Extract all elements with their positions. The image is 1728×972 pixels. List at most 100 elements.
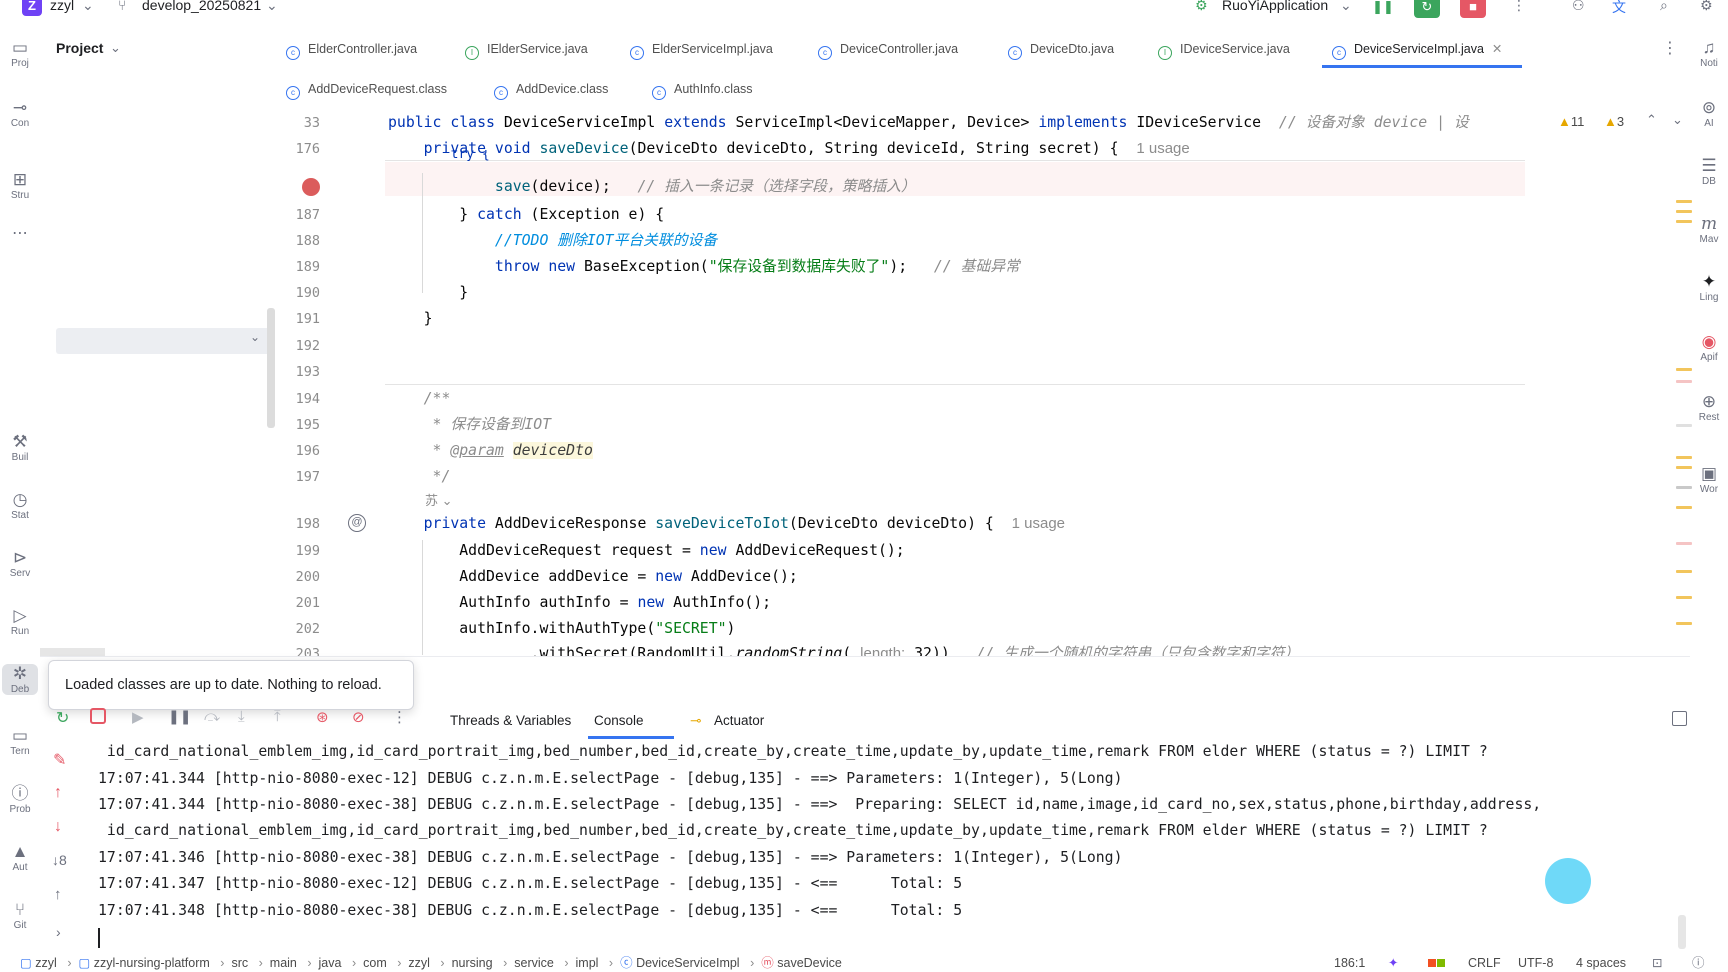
- scroll-marker[interactable]: [1676, 210, 1692, 213]
- scroll-marker[interactable]: [1676, 424, 1692, 427]
- stop-icon[interactable]: ■: [1460, 0, 1486, 18]
- step-into-icon[interactable]: ⤓: [238, 708, 245, 725]
- tool-lingma[interactable]: ✦ Ling: [1690, 272, 1728, 303]
- tool-git[interactable]: ⑂ Git: [2, 900, 38, 931]
- code-line[interactable]: private AddDeviceResponse saveDeviceToIo…: [388, 512, 1065, 536]
- line-separator[interactable]: CRLF: [1468, 956, 1501, 970]
- tool-terminal[interactable]: ▭ Tern: [2, 726, 38, 757]
- pause-icon[interactable]: ❚❚: [1370, 0, 1396, 18]
- project-tree-selection[interactable]: [56, 328, 270, 354]
- tool-build[interactable]: ⚒ Buil: [2, 432, 38, 463]
- tab-threads-variables[interactable]: Threads & Variables: [450, 708, 571, 736]
- weak-warning-count[interactable]: ▲3: [1604, 114, 1624, 129]
- tab-console[interactable]: Console: [594, 708, 644, 736]
- sticky-class-line[interactable]: public class DeviceServiceImpl extends S…: [388, 111, 1469, 135]
- more-icon[interactable]: ⋮: [1512, 0, 1526, 14]
- usage-hint[interactable]: 1 usage: [1012, 515, 1065, 532]
- tool-project[interactable]: ▭ Proj: [2, 38, 38, 69]
- search-icon[interactable]: ⌕: [1660, 0, 1668, 14]
- code-line[interactable]: AddDeviceRequest request = new AddDevice…: [388, 539, 904, 563]
- breadcrumb-item[interactable]: src: [231, 956, 248, 970]
- scroll-marker[interactable]: [1676, 368, 1692, 371]
- tool-services[interactable]: ⊳ Serv: [2, 548, 38, 579]
- tool-run[interactable]: ▷ Run: [2, 606, 38, 637]
- scroll-marker[interactable]: [1676, 570, 1692, 573]
- sort-icon[interactable]: ↓8: [52, 852, 67, 868]
- console-scrollbar[interactable]: [1678, 915, 1686, 949]
- console-cursor[interactable]: [98, 928, 100, 948]
- breadcrumb-item[interactable]: impl: [576, 956, 599, 970]
- sticky-method-line[interactable]: private void saveDevice(DeviceDto device…: [388, 137, 1190, 161]
- scroll-marker[interactable]: [1676, 486, 1692, 489]
- tool-maven[interactable]: m Mav: [1690, 214, 1728, 245]
- code-line[interactable]: } catch (Exception e) {: [388, 203, 664, 227]
- view-breakpoints-icon[interactable]: ⊛: [316, 708, 329, 726]
- branch-name[interactable]: develop_20250821: [142, 0, 261, 13]
- chevron-down-icon[interactable]: ⌄: [266, 0, 278, 14]
- tab-device-dto[interactable]: c DeviceDto.java: [1008, 38, 1114, 60]
- code-line[interactable]: * @param deviceDto: [388, 439, 593, 463]
- breadcrumb-item[interactable]: zzyl: [35, 956, 57, 970]
- author-mark[interactable]: 苏 ⌄: [425, 490, 453, 509]
- scroll-marker[interactable]: [1676, 220, 1692, 223]
- override-icon[interactable]: @: [348, 514, 366, 532]
- breadcrumb-item[interactable]: com: [363, 956, 387, 970]
- scroll-down-icon[interactable]: ↓: [54, 818, 62, 836]
- chevron-down-icon[interactable]: ⌄: [82, 0, 94, 14]
- code-line[interactable]: save(device); // 插入一条记录（选择字段，策略插入）: [388, 175, 916, 199]
- usage-hint[interactable]: 1 usage: [1136, 140, 1189, 157]
- up-arrow-icon[interactable]: ↑: [54, 886, 62, 903]
- next-highlight-icon[interactable]: ⌄: [1672, 112, 1683, 128]
- scroll-marker[interactable]: [1676, 380, 1692, 383]
- scroll-marker[interactable]: [1676, 596, 1692, 599]
- notification-popup[interactable]: Loaded classes are up to date. Nothing t…: [48, 660, 414, 710]
- breakpoint-icon[interactable]: [302, 178, 320, 196]
- breadcrumb-item[interactable]: zzyl-nursing-platform: [94, 956, 210, 970]
- breadcrumb-item[interactable]: main: [270, 956, 297, 970]
- project-name[interactable]: zzyl: [50, 0, 74, 13]
- more-tools-icon[interactable]: ⋯: [2, 228, 38, 239]
- panel-hscrollbar[interactable]: [40, 648, 105, 656]
- rerun-icon[interactable]: ↻: [1414, 0, 1440, 18]
- code-line[interactable]: * 保存设备到IOT: [388, 413, 552, 437]
- code-line[interactable]: }: [388, 281, 468, 305]
- code-line[interactable]: AuthInfo authInfo = new AuthInfo();: [388, 591, 771, 615]
- chevron-down-icon[interactable]: ⌄: [250, 330, 260, 344]
- tab-idevice-service[interactable]: I IDeviceService.java: [1158, 38, 1290, 60]
- tab-device-controller[interactable]: c DeviceController.java: [818, 38, 958, 60]
- tool-stats[interactable]: ◷ Stat: [2, 490, 38, 521]
- breadcrumb-item[interactable]: service: [514, 956, 554, 970]
- breadcrumb-item[interactable]: java: [319, 956, 342, 970]
- step-out-icon[interactable]: ⤒: [274, 708, 281, 725]
- rerun-debug-icon[interactable]: ↻: [56, 708, 69, 728]
- tool-commit[interactable]: ⊸ Con: [2, 98, 38, 129]
- code-line[interactable]: throw new BaseException("保存设备到数据库失败了"); …: [388, 255, 1020, 279]
- tool-notifications[interactable]: ♫ Noti: [1690, 38, 1728, 69]
- code-line[interactable]: AddDevice addDevice = new AddDevice();: [388, 565, 798, 589]
- tab-elder-controller[interactable]: c ElderController.java: [286, 38, 417, 60]
- windows-icon[interactable]: [1428, 956, 1445, 970]
- tool-database[interactable]: ☰ DB: [1690, 156, 1728, 187]
- breadcrumb-item[interactable]: DeviceServiceImpl: [636, 956, 740, 970]
- mute-breakpoints-icon[interactable]: ⊘: [352, 708, 365, 726]
- tool-rest[interactable]: ⊕ Rest: [1690, 392, 1728, 423]
- close-icon[interactable]: ✕: [1492, 42, 1502, 56]
- project-panel-title[interactable]: Project: [56, 40, 103, 56]
- code-line[interactable]: .withSecret(RandomUtil.randomString( len…: [388, 642, 1300, 657]
- step-over-icon[interactable]: ⤼: [204, 708, 220, 725]
- gear-icon[interactable]: ⚙: [1700, 0, 1713, 14]
- breadcrumb-item[interactable]: zzyl: [408, 956, 430, 970]
- breadcrumb-item[interactable]: saveDevice: [777, 956, 842, 970]
- resume-icon[interactable]: ▶: [132, 708, 144, 726]
- scroll-marker[interactable]: [1676, 200, 1692, 203]
- tool-structure[interactable]: ⊞ Stru: [2, 170, 38, 201]
- caret-position[interactable]: 186:1: [1334, 956, 1365, 970]
- scroll-marker[interactable]: [1676, 542, 1692, 545]
- tool-ai[interactable]: ⊚ AI: [1690, 98, 1728, 129]
- tool-problems[interactable]: ⓘ Prob: [2, 784, 38, 815]
- translate-icon[interactable]: 文: [1612, 0, 1626, 17]
- clear-console-icon[interactable]: ✎: [53, 750, 66, 770]
- run-config-name[interactable]: RuoYiApplication: [1222, 0, 1328, 13]
- code-line[interactable]: authInfo.withAuthType("SECRET"): [388, 617, 735, 641]
- tab-add-device-request[interactable]: c AddDeviceRequest.class: [286, 78, 447, 100]
